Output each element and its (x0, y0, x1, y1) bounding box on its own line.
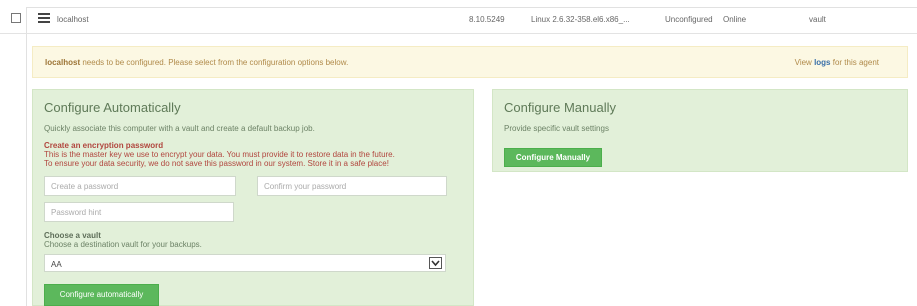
agent-hostname: localhost (57, 15, 89, 24)
logs-link[interactable]: logs (814, 58, 830, 67)
view-logs-text: View logs for this agent (795, 58, 879, 67)
warning-message: localhost needs to be configured. Please… (45, 58, 348, 67)
auto-panel-title: Configure Automatically (44, 100, 181, 115)
vault-label: Choose a vault (44, 231, 101, 240)
encryption-title: Create an encryption password (44, 141, 164, 150)
vault-select[interactable]: AA (44, 254, 446, 272)
manual-panel-title: Configure Manually (504, 100, 617, 115)
agent-vault: vault (809, 15, 826, 24)
chevron-down-icon[interactable] (429, 257, 442, 269)
configure-manually-button[interactable]: Configure Manually (504, 148, 602, 167)
encryption-text-line1: This is the master key we use to encrypt… (44, 150, 395, 159)
agent-os: Linux 2.6.32-358.el6.x86_... (531, 15, 630, 24)
vault-select-value: AA (51, 260, 62, 269)
agent-config-status: Unconfigured (665, 15, 713, 24)
row-checkbox[interactable] (11, 13, 21, 23)
manual-panel-subtitle: Provide specific vault settings (504, 124, 609, 133)
confirm-password-input[interactable] (257, 176, 447, 196)
warning-text: needs to be configured. Please select fr… (80, 58, 349, 67)
configuration-warning: localhost needs to be configured. Please… (32, 46, 908, 78)
configure-automatically-button[interactable]: Configure automatically (44, 284, 159, 306)
configure-manually-panel: Configure Manually Provide specific vaul… (492, 89, 908, 172)
vault-description: Choose a destination vault for your back… (44, 240, 202, 249)
password-hint-input[interactable] (44, 202, 234, 222)
agent-config-page: localhost 8.10.5249 Linux 2.6.32-358.el6… (0, 0, 917, 306)
agent-version: 8.10.5249 (469, 15, 505, 24)
encryption-text-line2: To ensure your data security, we do not … (44, 159, 389, 168)
create-password-input[interactable] (44, 176, 236, 196)
agent-row[interactable]: localhost 8.10.5249 Linux 2.6.32-358.el6… (0, 0, 917, 34)
view-logs-suffix: for this agent (830, 58, 879, 67)
configure-automatically-panel: Configure Automatically Quickly associat… (32, 89, 474, 306)
view-logs-prefix: View (794, 58, 815, 67)
agent-online-status: Online (723, 15, 747, 24)
auto-panel-subtitle: Quickly associate this computer with a v… (44, 124, 315, 133)
server-icon (38, 13, 50, 23)
warning-host: localhost (45, 58, 81, 67)
